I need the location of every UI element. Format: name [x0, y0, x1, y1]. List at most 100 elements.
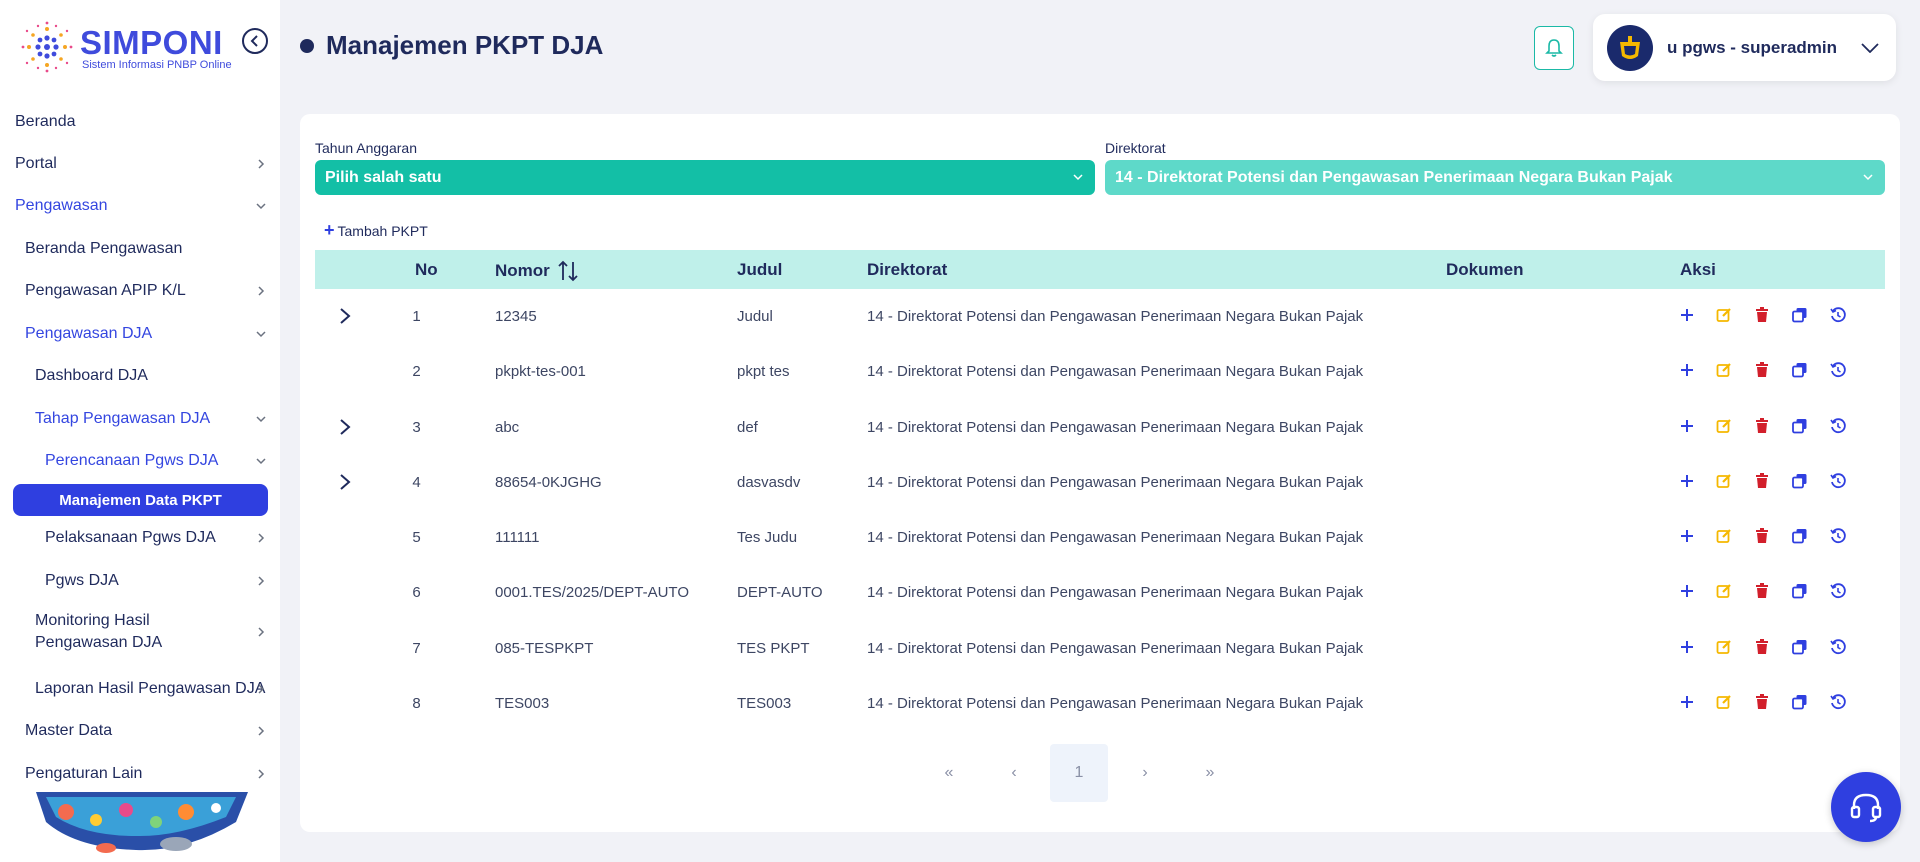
edit-button[interactable]	[1715, 306, 1733, 324]
duplicate-button[interactable]	[1791, 417, 1809, 435]
help-button[interactable]	[1831, 772, 1901, 842]
edit-button[interactable]	[1715, 638, 1733, 656]
notification-button[interactable]	[1534, 26, 1574, 70]
sidebar-item-label: Pengawasan DJA	[25, 325, 153, 342]
edit-button[interactable]	[1715, 417, 1733, 435]
expand-row-button[interactable]	[335, 471, 355, 493]
history-icon	[1830, 528, 1846, 544]
first-page-button[interactable]: «	[920, 744, 978, 802]
last-page-button[interactable]: »	[1181, 744, 1239, 802]
duplicate-button[interactable]	[1791, 638, 1809, 656]
tahun-anggaran-label: Tahun Anggaran	[315, 140, 417, 156]
sidebar-item-label: Pelaksanaan Pgws DJA	[45, 529, 216, 546]
edit-button[interactable]	[1715, 527, 1733, 545]
table-row: 1 12345 Judul 14 - Direktorat Potensi dan P…	[315, 289, 1885, 344]
add-child-button[interactable]	[1678, 361, 1696, 379]
history-icon	[1830, 417, 1846, 434]
sidebar-item-pgws-dja[interactable]: Pgws DJA	[0, 561, 280, 601]
sidebar-item-pengaturan-lain[interactable]: Pengaturan Lain	[0, 754, 280, 794]
duplicate-button[interactable]	[1791, 306, 1809, 324]
add-child-button[interactable]	[1678, 417, 1696, 435]
add-child-button[interactable]	[1678, 527, 1696, 545]
cell-no: 7	[412, 639, 421, 657]
history-button[interactable]	[1829, 527, 1847, 545]
cell-judul: Tes Judu	[737, 529, 798, 547]
delete-button[interactable]	[1753, 306, 1771, 324]
delete-button[interactable]	[1753, 693, 1771, 711]
edit-button[interactable]	[1715, 693, 1733, 711]
sidebar-item-master-data[interactable]: Master Data	[0, 711, 280, 751]
sidebar-item-tahap-pengawasan[interactable]: Tahap Pengawasan DJA	[0, 399, 280, 439]
sidebar-item-perencanaan[interactable]: Perencanaan Pgws DJA	[0, 441, 280, 481]
sidebar-item-dashboard-dja[interactable]: Dashboard DJA	[0, 356, 280, 396]
edit-button[interactable]	[1715, 361, 1733, 379]
chevron-right-icon	[254, 284, 268, 298]
delete-button[interactable]	[1753, 582, 1771, 600]
chevron-down-icon	[1071, 171, 1085, 185]
expand-row-button[interactable]	[335, 305, 355, 327]
cell-no: 5	[412, 529, 421, 547]
sidebar-item-pengawasan[interactable]: Pengawasan	[0, 186, 280, 226]
sidebar-item-label: Monitoring Hasil Pengawasan DJA	[35, 612, 163, 651]
cell-judul: pkpt tes	[737, 363, 790, 381]
edit-button[interactable]	[1715, 582, 1733, 600]
sidebar-item-laporan[interactable]: Laporan Hasil Pengawasan DJA	[0, 669, 280, 709]
table-row: 4 88654-0KJGHG dasvasdv 14 - Direktorat Pot…	[315, 455, 1885, 510]
direktorat-select[interactable]: 14 - Direktorat Potensi dan Pengawasan P…	[1105, 160, 1885, 195]
duplicate-button[interactable]	[1791, 361, 1809, 379]
history-button[interactable]	[1829, 417, 1847, 435]
app-logo[interactable]: SIMPONI Sistem Informasi PNBP Online	[18, 18, 268, 78]
next-page-button[interactable]: ›	[1116, 744, 1174, 802]
sidebar-item-portal[interactable]: Portal	[0, 144, 280, 184]
duplicate-button[interactable]	[1791, 693, 1809, 711]
cell-direktorat: 14 - Direktorat Potensi dan Pengawasan P…	[867, 308, 1364, 325]
trash-icon	[1755, 307, 1769, 323]
edit-icon	[1716, 418, 1732, 434]
sidebar-item-manajemen-data-pkpt[interactable]: Manajemen Data PKPT	[13, 484, 268, 516]
add-child-button[interactable]	[1678, 582, 1696, 600]
sidebar-item-pengawasan-dja[interactable]: Pengawasan DJA	[0, 314, 280, 354]
sidebar-item-label: Pengaturan Lain	[25, 765, 143, 782]
tahun-anggaran-select[interactable]: Pilih salah satu	[315, 160, 1095, 195]
sidebar-item-beranda-pengawasan[interactable]: Beranda Pengawasan	[0, 229, 280, 269]
chevron-right-icon	[254, 767, 268, 781]
edit-button[interactable]	[1715, 472, 1733, 490]
history-button[interactable]	[1829, 582, 1847, 600]
sidebar-item-beranda[interactable]: Beranda	[0, 102, 280, 142]
add-child-button[interactable]	[1678, 693, 1696, 711]
cell-nomor: abc	[495, 418, 520, 436]
add-child-button[interactable]	[1678, 306, 1696, 324]
history-button[interactable]	[1829, 472, 1847, 490]
user-menu[interactable]: u pgws - superadmin	[1593, 14, 1896, 81]
collapse-sidebar-button[interactable]	[242, 28, 268, 54]
sidebar-item-pelaksanaan[interactable]: Pelaksanaan Pgws DJA	[0, 518, 280, 558]
page-1-button[interactable]: 1	[1050, 744, 1108, 802]
delete-button[interactable]	[1753, 472, 1771, 490]
delete-button[interactable]	[1753, 361, 1771, 379]
table-header: No Nomor Judul Direktorat Dokumen Aksi	[315, 250, 1885, 289]
delete-button[interactable]	[1753, 527, 1771, 545]
history-button[interactable]	[1829, 693, 1847, 711]
cell-judul: def	[737, 418, 758, 436]
tambah-pkpt-button[interactable]: + Tambah PKPT	[324, 220, 428, 241]
plus-icon	[1680, 308, 1694, 322]
sidebar-item-monitoring[interactable]: Monitoring Hasil Pengawasan DJA	[0, 604, 280, 660]
delete-button[interactable]	[1753, 417, 1771, 435]
history-button[interactable]	[1829, 361, 1847, 379]
add-child-button[interactable]	[1678, 638, 1696, 656]
edit-icon	[1716, 583, 1732, 599]
sidebar-item-pengawasan-apip[interactable]: Pengawasan APIP K/L	[0, 271, 280, 311]
history-icon	[1830, 583, 1846, 599]
delete-button[interactable]	[1753, 638, 1771, 656]
history-button[interactable]	[1829, 306, 1847, 324]
expand-row-button[interactable]	[335, 416, 355, 438]
column-nomor[interactable]: Nomor	[495, 260, 578, 282]
history-button[interactable]	[1829, 638, 1847, 656]
column-no: No	[415, 260, 438, 279]
duplicate-button[interactable]	[1791, 527, 1809, 545]
duplicate-button[interactable]	[1791, 582, 1809, 600]
duplicate-button[interactable]	[1791, 472, 1809, 490]
sidebar-item-label: Master Data	[25, 722, 113, 739]
add-child-button[interactable]	[1678, 472, 1696, 490]
prev-page-button[interactable]: ‹	[985, 744, 1043, 802]
